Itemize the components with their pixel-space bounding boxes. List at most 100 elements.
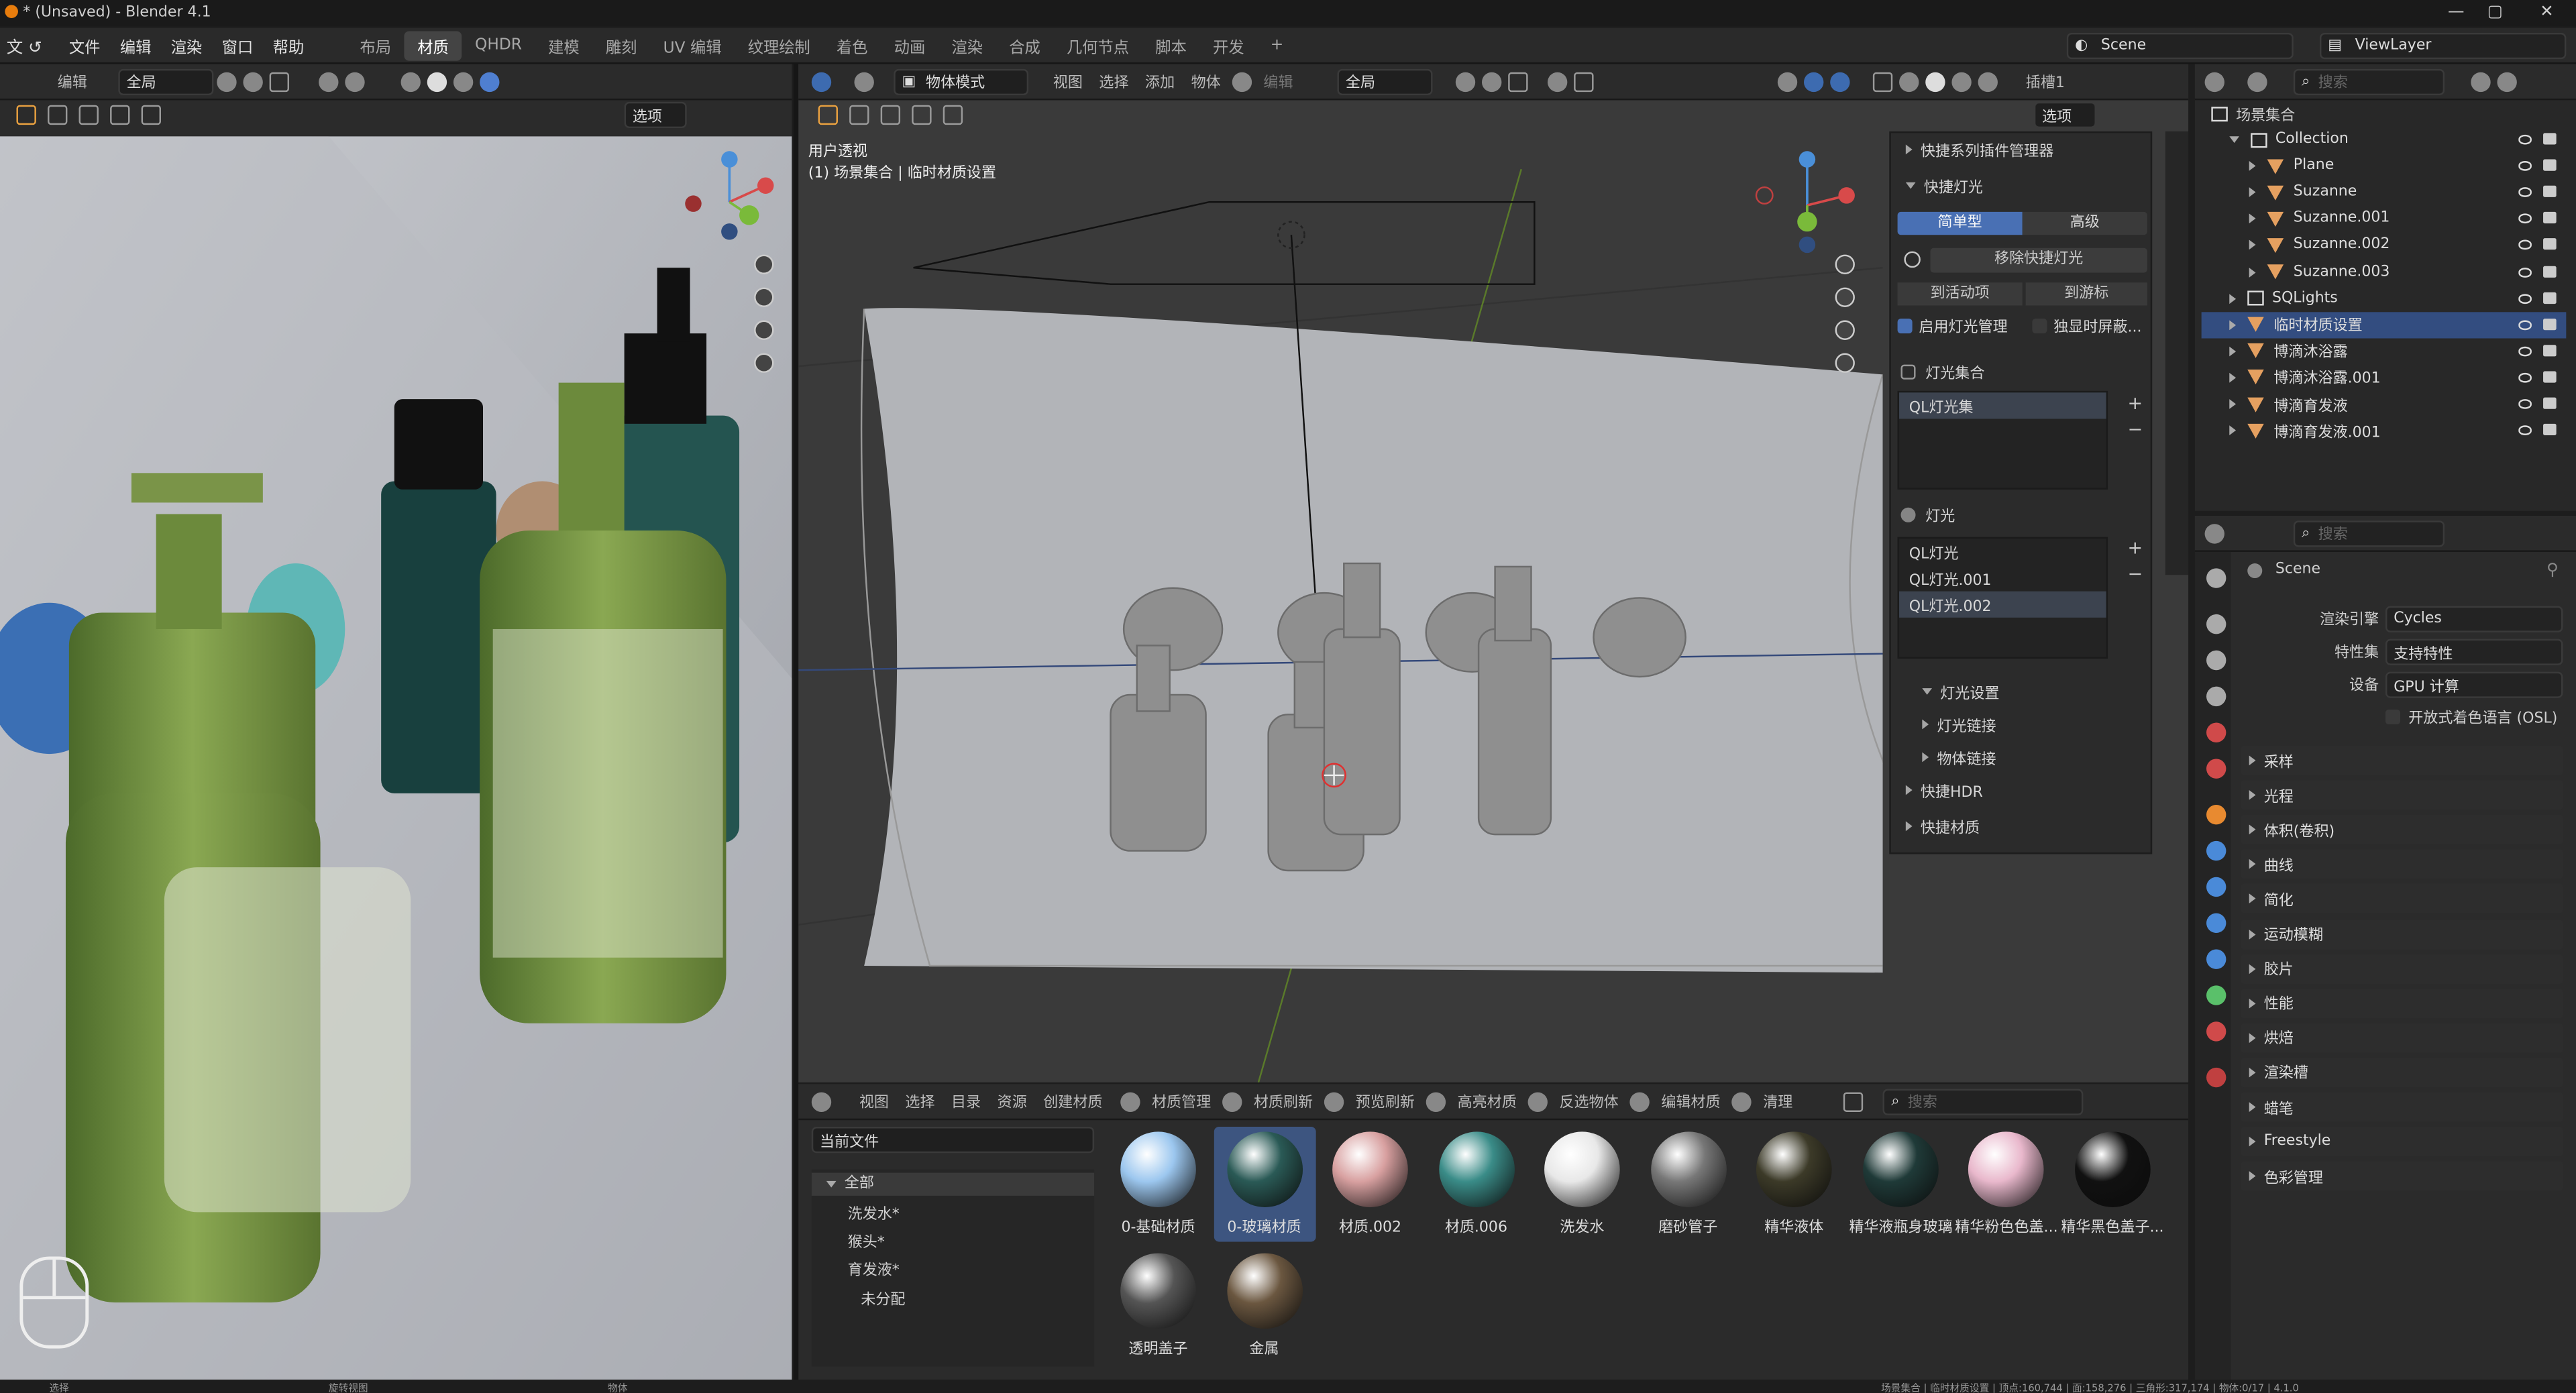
outliner-row[interactable]: SQLights <box>2202 285 2567 311</box>
particle-tab-icon[interactable] <box>2206 877 2226 897</box>
light-item[interactable]: QL灯光 <box>1899 539 2106 565</box>
sidebar-tab-strip[interactable] <box>2165 131 2189 575</box>
preview-refresh-button[interactable]: 预览刷新 <box>1347 1091 1423 1111</box>
tab-layout[interactable]: 布局 <box>347 30 405 60</box>
asset-menu-select[interactable]: 选择 <box>897 1091 943 1111</box>
property-section[interactable]: 采样 <box>2241 745 2563 775</box>
asset-menu-asset[interactable]: 资源 <box>989 1091 1035 1111</box>
overlay-toggle-icon[interactable] <box>1830 71 1850 91</box>
main-select-extend-icon[interactable] <box>880 105 901 125</box>
eye-icon[interactable] <box>2518 240 2532 251</box>
light-item[interactable]: QL灯光.001 <box>1899 565 2106 591</box>
pivot-point-icon[interactable] <box>1456 71 1476 91</box>
render-camera-icon[interactable] <box>2543 133 2557 145</box>
select-extend-icon[interactable] <box>78 105 99 125</box>
snap-target-icon[interactable] <box>1508 71 1528 91</box>
transform-icon[interactable] <box>854 71 874 91</box>
scene-tab-icon[interactable] <box>2206 722 2226 742</box>
quick-hdr-header[interactable]: 快捷HDR <box>1898 777 1983 803</box>
render-camera-icon[interactable] <box>2543 424 2557 436</box>
eye-icon[interactable] <box>2518 161 2532 171</box>
property-section[interactable]: 色彩管理 <box>2241 1161 2563 1191</box>
expand-arrow-icon[interactable] <box>2229 319 2237 330</box>
eye-icon[interactable] <box>2518 346 2532 356</box>
addon-manager-header[interactable]: 快捷系列插件管理器 <box>1898 136 2053 162</box>
clean-button[interactable]: 清理 <box>1755 1091 1801 1111</box>
menu-edit[interactable]: 编辑 <box>110 34 161 57</box>
render-camera-icon[interactable] <box>2543 291 2557 304</box>
pipette-slot[interactable]: 插槽1 <box>2018 70 2074 92</box>
create-material-button[interactable]: 创建材质 <box>1035 1091 1111 1111</box>
property-section[interactable]: 体积(卷积) <box>2241 815 2563 845</box>
material-tab-icon[interactable] <box>2206 1021 2226 1042</box>
eye-icon[interactable] <box>2518 214 2532 224</box>
asset-search-input[interactable]: ⌕ 搜索 <box>1883 1088 2084 1115</box>
proportional-edit-icon[interactable] <box>1548 71 1568 91</box>
render-shading-wire-icon[interactable] <box>400 71 421 91</box>
ortho-grid-icon[interactable] <box>754 353 774 373</box>
remove-light-icon[interactable]: − <box>2127 563 2143 585</box>
render-camera-icon[interactable] <box>2543 239 2557 251</box>
main-pan-hand-icon[interactable] <box>1835 287 1855 307</box>
render-camera-icon[interactable] <box>2543 186 2557 198</box>
mode-selector[interactable]: ▣ 物体模式 <box>894 68 1029 95</box>
shading-solid-icon[interactable] <box>1925 71 1945 91</box>
expand-arrow-icon[interactable] <box>2229 293 2237 304</box>
add-collection-icon[interactable]: + <box>2127 392 2143 414</box>
outliner-row[interactable]: Suzanne.003 <box>2202 259 2567 285</box>
eye-icon[interactable] <box>2518 319 2532 330</box>
render-shading-material-icon[interactable] <box>453 71 474 91</box>
render-camera-icon[interactable] <box>2543 318 2557 330</box>
expand-arrow-icon[interactable] <box>2249 187 2256 198</box>
outliner-editor-icon[interactable] <box>2204 71 2224 91</box>
visibility-icon[interactable] <box>1778 71 1798 91</box>
solo-hide-checkbox[interactable]: 独显时屏蔽... <box>2032 312 2142 338</box>
main-select-subtract-icon[interactable] <box>912 105 932 125</box>
render-edit-label[interactable]: 编辑 <box>49 70 95 92</box>
view-layer-tab-icon[interactable] <box>2206 686 2226 707</box>
material-tile[interactable]: 洗发水 <box>1531 1127 1633 1241</box>
material-tile[interactable]: 金属 <box>1214 1248 1316 1363</box>
material-tile[interactable]: 透明盖子 <box>1108 1248 1210 1363</box>
main-select-box-icon[interactable] <box>849 105 869 125</box>
minimize-icon[interactable]: — <box>2448 3 2464 21</box>
material-tile[interactable]: 精华液瓶身玻璃 <box>1849 1127 1951 1241</box>
tab-qhdr[interactable]: QHDR <box>462 33 535 58</box>
select-tool-icon[interactable] <box>16 105 36 125</box>
tab-simple[interactable]: 简单型 <box>1897 211 2023 235</box>
to-cursor-button[interactable]: 到游标 <box>2025 282 2147 306</box>
render-camera-icon[interactable] <box>2543 397 2557 409</box>
light-link-header[interactable]: 灯光链接 <box>1914 711 1996 737</box>
material-tile[interactable]: 磨砂管子 <box>1637 1127 1739 1241</box>
menu-help[interactable]: 帮助 <box>263 34 314 57</box>
viewport-edit-label[interactable]: 编辑 <box>1255 70 1301 92</box>
output-tab-icon[interactable] <box>2206 650 2226 671</box>
add-light-icon[interactable]: + <box>2127 537 2143 559</box>
feature-set-select[interactable]: 支持特性 <box>2385 638 2563 665</box>
enable-light-manager-checkbox[interactable]: 启用灯光管理 <box>1897 312 2008 338</box>
property-section[interactable]: 运动模糊 <box>2241 919 2563 949</box>
outliner-row[interactable]: 博滴育发液 <box>2202 391 2567 417</box>
material-tile[interactable]: 0-基础材质 <box>1108 1127 1210 1241</box>
tab-scripting[interactable]: 脚本 <box>1142 30 1200 60</box>
tab-shading[interactable]: 着色 <box>823 30 881 60</box>
render-transform-orientation[interactable]: 全局 <box>118 68 214 95</box>
property-section[interactable]: Freestyle <box>2241 1127 2563 1157</box>
shading-wire-icon[interactable] <box>1899 71 1919 91</box>
xray-icon[interactable] <box>1873 71 1893 91</box>
render-camera-icon[interactable] <box>2543 265 2557 277</box>
select-box-icon[interactable] <box>48 105 68 125</box>
outliner-row[interactable]: Plane <box>2202 153 2567 179</box>
catalog-item[interactable]: 猴头* <box>848 1230 885 1251</box>
outliner-row[interactable]: 博滴沐浴露 <box>2202 338 2567 364</box>
eye-icon[interactable] <box>2518 399 2532 409</box>
property-section[interactable]: 蜡笔 <box>2241 1092 2563 1122</box>
osl-checkbox[interactable]: 开放式着色语言 (OSL) <box>2385 706 2557 728</box>
light-settings-header[interactable]: 灯光设置 <box>1914 678 1999 704</box>
area-divider[interactable] <box>793 64 799 1380</box>
editor-type-icon[interactable] <box>811 71 832 91</box>
modifier-tab-icon[interactable] <box>2206 840 2226 861</box>
catalog-item[interactable]: 未分配 <box>861 1288 905 1308</box>
render-tab-icon[interactable] <box>2206 614 2226 634</box>
menu-file[interactable]: 文件 <box>59 34 110 57</box>
